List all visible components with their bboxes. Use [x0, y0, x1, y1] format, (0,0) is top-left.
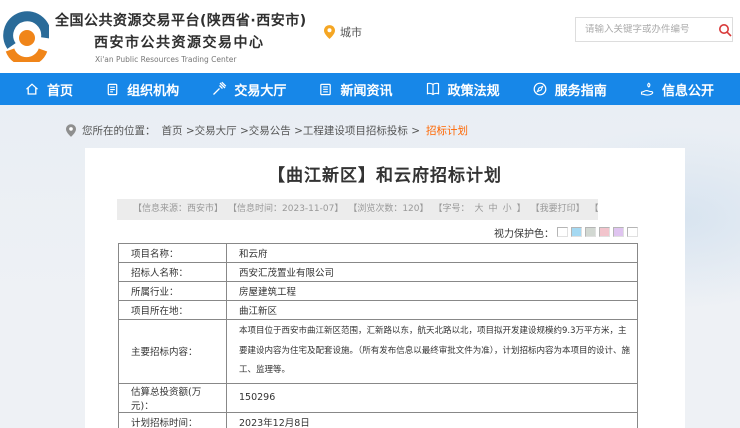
meta-views: 【浏览次数：120】 — [348, 199, 428, 220]
search-button[interactable] — [717, 18, 732, 42]
nav-item-news[interactable]: 新闻资讯 — [318, 80, 392, 99]
eye-color-swatch-3[interactable] — [585, 227, 596, 237]
table-row-main-content: 主要招标内容： 本项目位于西安市曲江新区范围，汇新路以东，航天北路以北，项目拟开… — [119, 320, 638, 384]
row-value: 和云府 — [227, 244, 638, 263]
eye-color-swatch-5[interactable] — [613, 227, 624, 237]
book-icon — [425, 81, 441, 97]
row-label: 招标人名称： — [119, 263, 227, 282]
table-row-tenderer: 招标人名称： 西安汇茂置业有限公司 — [119, 263, 638, 282]
eye-color-swatch-6[interactable] — [627, 227, 638, 237]
eye-protect-row: 视力保护色： — [85, 225, 685, 239]
bid-plan-table: 项目名称： 和云府 招标人名称： 西安汇茂置业有限公司 所属行业： 房屋建筑工程… — [118, 243, 638, 428]
breadcrumb-path[interactable]: 首页 >交易大厅 >交易公告 >工程建设项目招标投标 > — [162, 123, 421, 138]
site-logo — [3, 8, 49, 66]
row-label: 计划招标时间： — [119, 412, 227, 428]
nav-item-policies[interactable]: 政策法规 — [425, 80, 500, 99]
main-nav: 首页 组织机构 交易大厅 新闻资讯 政策法规 服务指南 — [0, 73, 740, 105]
nav-item-home[interactable]: 首页 — [24, 80, 73, 99]
city-selector[interactable]: 城市 — [324, 24, 362, 40]
meta-source: 【信息来源：西安市】 — [133, 199, 223, 220]
row-label: 所属行业： — [119, 282, 227, 301]
nav-item-info-disclosure[interactable]: 信息公开 — [639, 80, 714, 99]
table-row-industry: 所属行业： 房屋建筑工程 — [119, 282, 638, 301]
meta-time: 【信息时间：2023-11-07】 — [228, 199, 343, 220]
row-value: 本项目位于西安市曲江新区范围，汇新路以东，航天北路以北，项目拟开发建设规模约9.… — [227, 320, 638, 384]
gavel-icon — [211, 81, 227, 97]
breadcrumb-prefix: 您所在的位置： — [82, 123, 156, 138]
search-icon — [718, 23, 732, 37]
eye-color-swatch-4[interactable] — [599, 227, 610, 237]
eye-protect-label: 视力保护色： — [494, 225, 554, 240]
nav-label: 信息公开 — [662, 80, 714, 99]
meta-fontsize-prefix: 【字号： — [434, 199, 470, 220]
row-value: 西安汇茂置业有限公司 — [227, 263, 638, 282]
search-box — [575, 17, 733, 42]
eye-color-swatch-1[interactable] — [557, 227, 568, 237]
row-value: 150296 — [227, 383, 638, 412]
row-value: 房屋建筑工程 — [227, 282, 638, 301]
nav-label: 交易大厅 — [234, 80, 286, 99]
nav-label: 服务指南 — [555, 80, 607, 99]
city-pin-icon — [324, 25, 335, 39]
breadcrumb: 您所在的位置： 首页 >交易大厅 >交易公告 >工程建设项目招标投标 > 招标计… — [66, 123, 468, 138]
site-title-center: 西安市公共资源交易中心 — [94, 32, 307, 52]
row-label: 项目所在地： — [119, 301, 227, 320]
site-titles: 全国公共资源交易平台(陕西省·西安市) 西安市公共资源交易中心 Xi'an Pu… — [55, 10, 307, 64]
site-header: 全国公共资源交易平台(陕西省·西安市) 西安市公共资源交易中心 Xi'an Pu… — [0, 0, 740, 73]
nav-label: 首页 — [47, 80, 73, 99]
home-icon — [24, 81, 40, 97]
nav-item-organization[interactable]: 组织机构 — [105, 80, 179, 99]
table-row-planned-date: 计划招标时间： 2023年12月8日 — [119, 412, 638, 428]
site-title-platform: 全国公共资源交易平台(陕西省·西安市) — [55, 10, 307, 30]
page-title: 【曲江新区】和云府招标计划 — [85, 148, 685, 186]
row-value: 曲江新区 — [227, 301, 638, 320]
city-label: 城市 — [340, 24, 362, 40]
fontsize-small-button[interactable]: 小 — [503, 199, 512, 220]
eye-color-swatch-2[interactable] — [571, 227, 582, 237]
nav-item-service-guide[interactable]: 服务指南 — [532, 80, 607, 99]
row-label: 估算总投资额(万元)： — [119, 383, 227, 412]
table-row-project-name: 项目名称： 和云府 — [119, 244, 638, 263]
nav-item-trading-hall[interactable]: 交易大厅 — [211, 80, 286, 99]
breadcrumb-current: 招标计划 — [426, 123, 468, 138]
meta-fontsize-suffix: 】 — [517, 199, 526, 220]
site-title-english: Xi'an Public Resources Trading Center — [95, 55, 307, 64]
compass-icon — [532, 81, 548, 97]
close-button[interactable]: 【关闭】 — [590, 199, 598, 220]
table-row-investment: 估算总投资额(万元)： 150296 — [119, 383, 638, 412]
org-doc-icon — [105, 82, 120, 97]
nav-label: 组织机构 — [127, 80, 179, 99]
fontsize-medium-button[interactable]: 中 — [489, 199, 498, 220]
logo-icon — [3, 8, 49, 62]
row-value: 2023年12月8日 — [227, 412, 638, 428]
article-meta-bar: 【信息来源：西安市】 【信息时间：2023-11-07】 【浏览次数：120】 … — [117, 199, 598, 220]
print-button[interactable]: 【我要打印】 — [531, 199, 585, 220]
row-label: 主要招标内容： — [119, 320, 227, 384]
fontsize-large-button[interactable]: 大 — [475, 199, 484, 220]
nav-label: 新闻资讯 — [340, 80, 392, 99]
article-card: 【曲江新区】和云府招标计划 【信息来源：西安市】 【信息时间：2023-11-0… — [85, 148, 685, 428]
location-pin-icon — [66, 124, 76, 137]
hand-share-icon — [639, 81, 655, 97]
search-input[interactable] — [576, 24, 717, 35]
news-icon — [318, 82, 333, 97]
row-label: 项目名称： — [119, 244, 227, 263]
nav-label: 政策法规 — [448, 80, 500, 99]
table-row-location: 项目所在地： 曲江新区 — [119, 301, 638, 320]
